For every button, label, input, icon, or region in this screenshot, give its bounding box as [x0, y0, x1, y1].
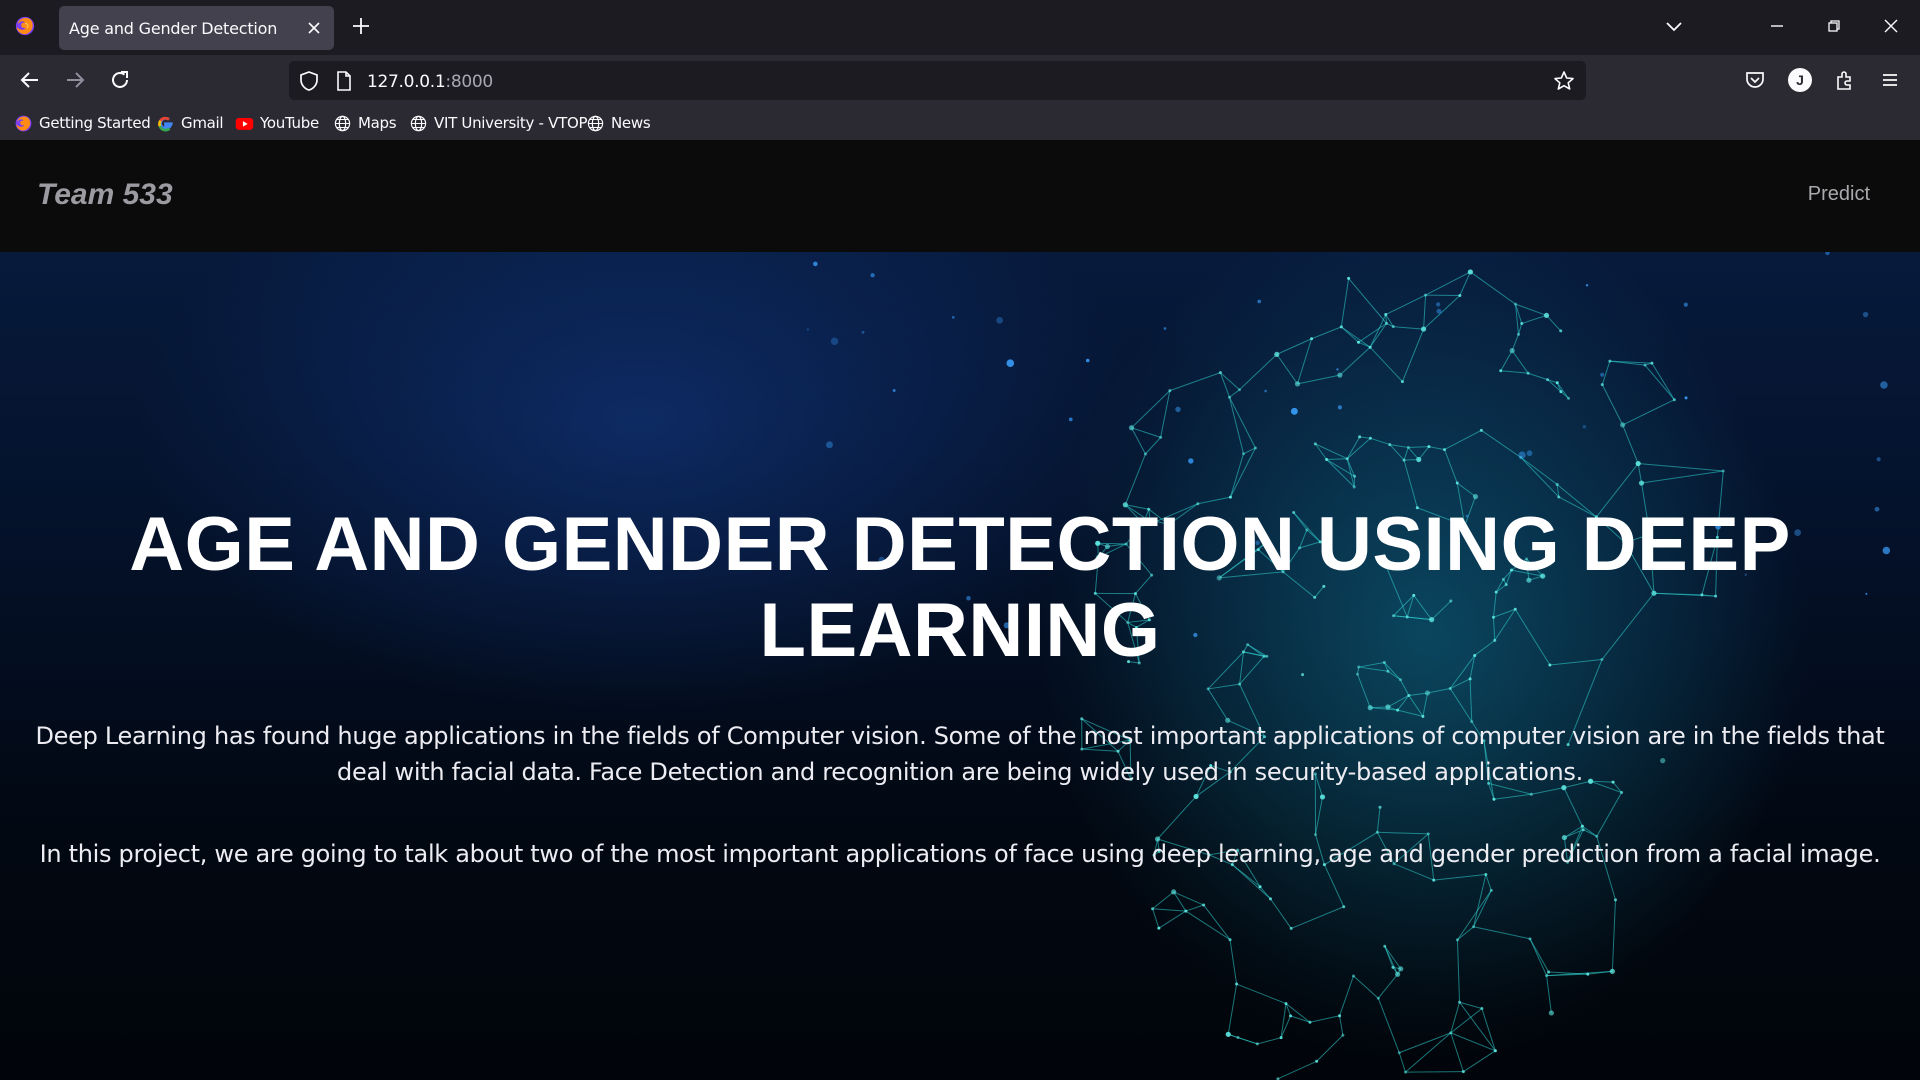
close-tab-icon[interactable]	[304, 18, 324, 38]
list-all-tabs-icon[interactable]	[1662, 14, 1686, 38]
predict-link[interactable]: Predict	[1808, 183, 1870, 206]
pocket-icon[interactable]	[1743, 68, 1767, 92]
page-info-icon[interactable]	[333, 70, 355, 92]
web-page: Team 533 Predict AGE AND GENDER DETECTIO…	[0, 140, 1920, 1080]
bookmark-maps[interactable]: Maps	[333, 112, 397, 134]
extensions-icon[interactable]	[1833, 68, 1857, 92]
bookmark-label: Getting Started	[39, 114, 151, 132]
hero-paragraph-1: Deep Learning has found huge application…	[35, 722, 1885, 786]
site-navbar: Team 533 Predict	[0, 140, 1920, 252]
hero-paragraph-2: In this project, we are going to talk ab…	[39, 840, 1881, 868]
active-tab[interactable]: Age and Gender Detection	[59, 6, 334, 50]
bookmark-youtube[interactable]: YouTube	[235, 112, 319, 134]
bookmark-news[interactable]: News	[586, 112, 651, 134]
youtube-icon	[235, 117, 254, 130]
bookmark-vit-vtop[interactable]: VIT University - VTOP	[409, 112, 588, 134]
url-text[interactable]: 127.0.0.1:8000	[367, 72, 493, 92]
forward-icon[interactable]	[62, 67, 88, 93]
bookmark-label: News	[611, 114, 651, 132]
browser-tab-strip: Age and Gender Detection	[0, 0, 1920, 55]
minimize-icon[interactable]	[1765, 14, 1789, 38]
new-tab-icon[interactable]	[349, 14, 373, 38]
bookmark-getting-started[interactable]: Getting Started	[14, 112, 151, 134]
restore-icon[interactable]	[1822, 14, 1846, 38]
menu-icon[interactable]	[1878, 68, 1902, 92]
close-window-icon[interactable]	[1879, 14, 1903, 38]
bookmarks-toolbar: Getting Started Gmail YouTube Maps VIT U…	[0, 105, 1920, 140]
globe-icon	[587, 115, 604, 131]
account-avatar[interactable]: J	[1788, 68, 1812, 92]
url-port: :8000	[445, 72, 493, 92]
tab-title: Age and Gender Detection	[69, 19, 278, 38]
hero-title: AGE AND GENDER DETECTION USING DEEP LEAR…	[129, 502, 1791, 673]
globe-icon	[334, 115, 351, 131]
bookmark-label: YouTube	[260, 114, 319, 132]
url-host: 127.0.0.1	[367, 72, 446, 92]
bookmark-star-icon[interactable]	[1553, 70, 1575, 92]
reload-icon[interactable]	[107, 67, 133, 93]
back-icon[interactable]	[17, 67, 43, 93]
globe-icon	[410, 115, 427, 131]
bookmark-label: Gmail	[181, 114, 224, 132]
firefox-icon	[15, 115, 32, 131]
bookmark-label: Maps	[358, 114, 397, 132]
hero-section: AGE AND GENDER DETECTION USING DEEP LEAR…	[0, 252, 1920, 1080]
address-bar[interactable]: 127.0.0.1:8000	[289, 61, 1586, 100]
tracking-protection-shield-icon[interactable]	[298, 70, 320, 92]
bookmark-label: VIT University - VTOP	[434, 114, 588, 132]
google-icon	[158, 116, 173, 131]
firefox-icon[interactable]	[14, 15, 36, 37]
site-brand[interactable]: Team 533	[37, 178, 173, 212]
browser-toolbar: 127.0.0.1:8000 J	[0, 55, 1920, 105]
bookmark-gmail[interactable]: Gmail	[156, 112, 224, 134]
